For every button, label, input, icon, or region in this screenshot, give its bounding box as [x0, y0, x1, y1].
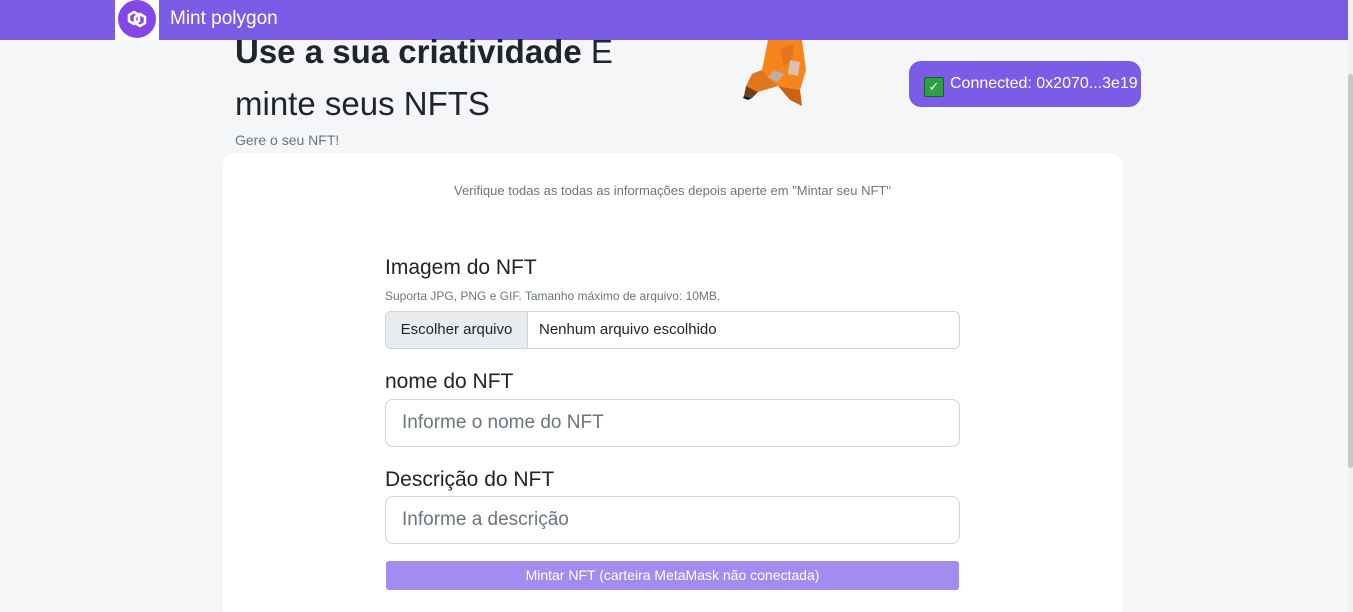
hero-title-rest: E: [581, 33, 613, 70]
hero-title-line2: minte seus NFTS: [235, 85, 490, 122]
form-hint: Verifique todas as todas as informações …: [454, 183, 891, 198]
image-file-input[interactable]: Escolher arquivo Nenhum arquivo escolhid…: [385, 311, 960, 349]
wallet-connected-button[interactable]: ✓ Connected: 0x2070...3e19: [909, 61, 1141, 107]
page: Mint polygon Use a sua criatividade E mi…: [0, 0, 1353, 612]
description-field-label: Descrição do NFT: [385, 468, 555, 491]
logo-container[interactable]: [115, 0, 159, 40]
scrollbar-thumb[interactable]: [1348, 74, 1353, 468]
mint-nft-button[interactable]: Mintar NFT (carteira MetaMask não conect…: [386, 561, 959, 590]
image-field-help: Suporta JPG, PNG e GIF. Tamanho máximo d…: [385, 289, 721, 303]
choose-file-button[interactable]: Escolher arquivo: [386, 312, 528, 348]
nft-description-input[interactable]: [385, 496, 960, 544]
wallet-connected-label: Connected: 0x2070...3e19: [950, 75, 1138, 92]
hero-title: Use a sua criatividade E: [235, 30, 613, 74]
hero-subtitle: Gere o seu NFT!: [235, 132, 340, 148]
image-field-label: Imagem do NFT: [385, 256, 537, 279]
metamask-fox-icon: [738, 40, 810, 112]
name-field-label: nome do NFT: [385, 370, 514, 393]
file-status-text: Nenhum arquivo escolhido: [539, 321, 717, 338]
top-navbar: Mint polygon: [0, 0, 1348, 40]
brand-name[interactable]: Mint polygon: [170, 8, 278, 30]
hero-title-bold: Use a sua criatividade: [235, 33, 582, 70]
check-icon: ✓: [924, 77, 944, 97]
polygon-logo-icon: [118, 0, 156, 38]
nft-name-input[interactable]: [385, 399, 960, 447]
